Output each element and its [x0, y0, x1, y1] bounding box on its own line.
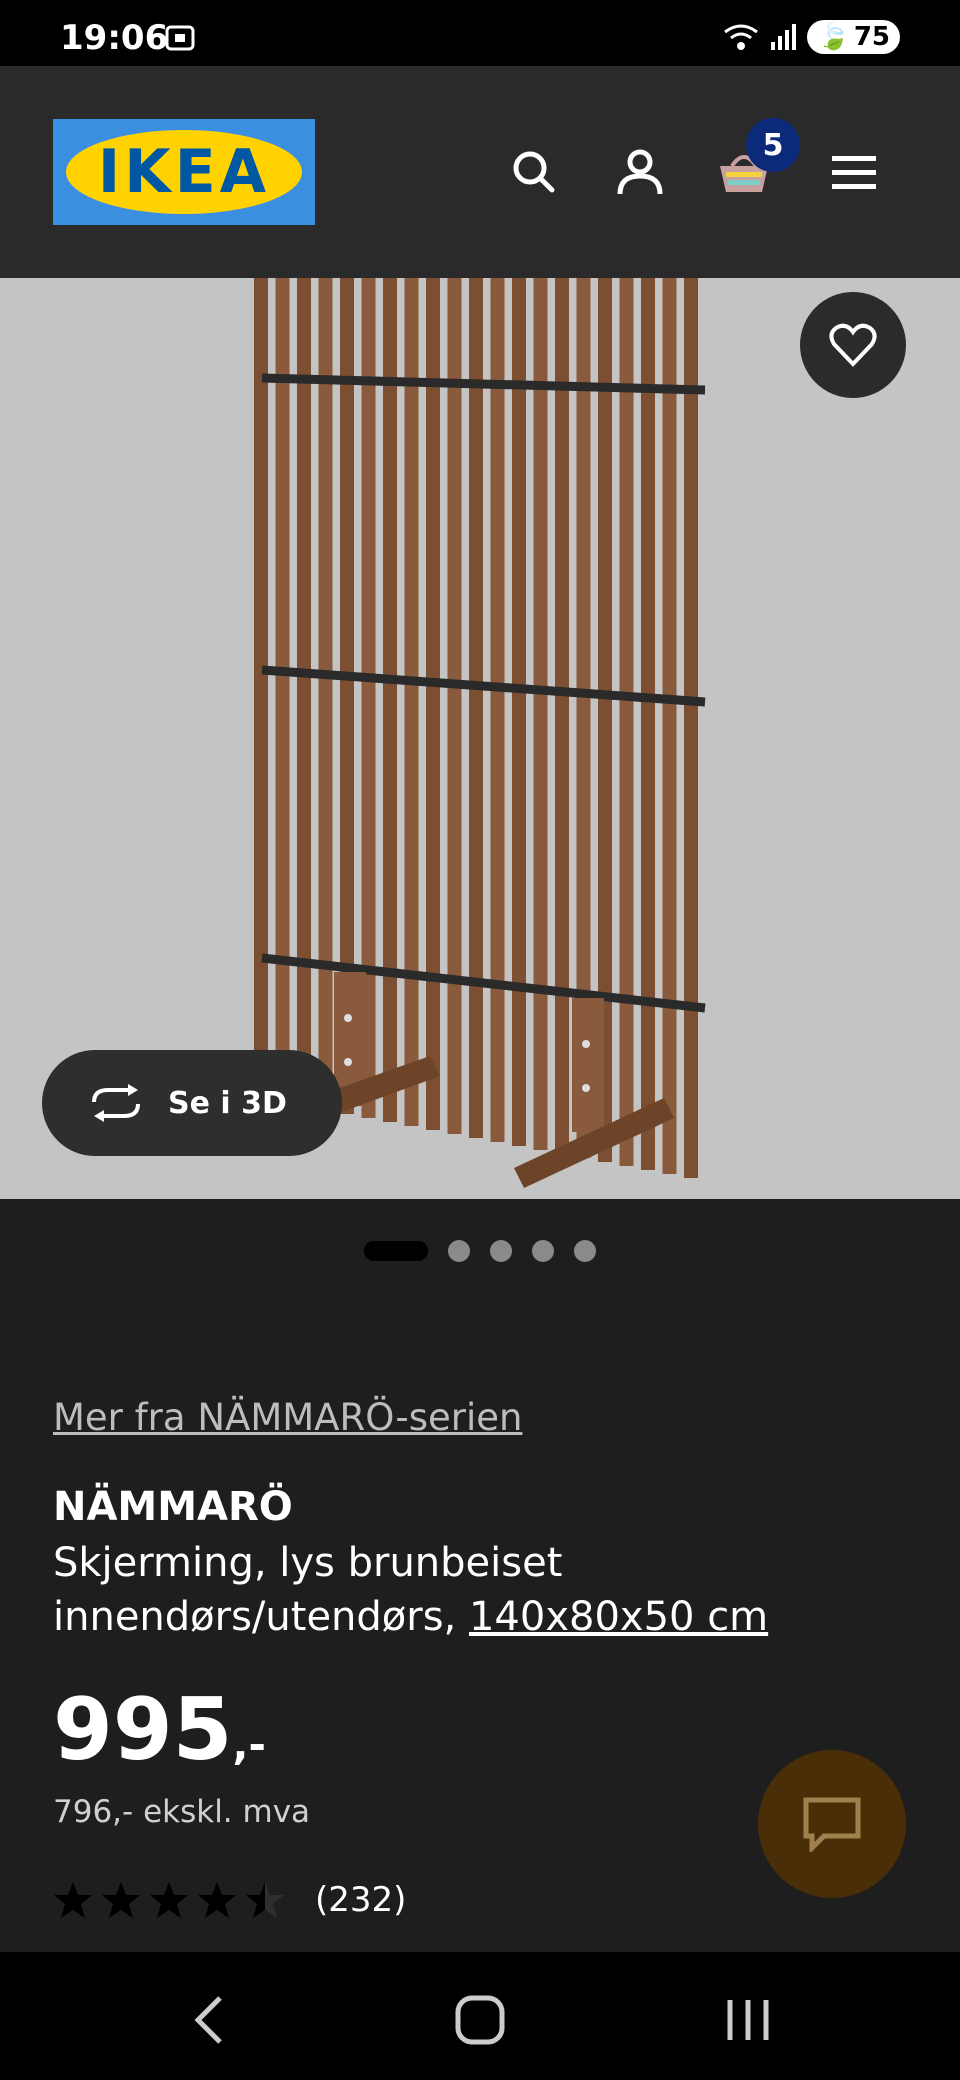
- search-icon[interactable]: [504, 142, 564, 202]
- ikea-logo[interactable]: IKEA: [53, 119, 315, 225]
- wood-slat: [469, 278, 483, 1138]
- chat-icon: [803, 1797, 861, 1852]
- star-icon: [246, 1882, 284, 1918]
- wood-slat: [533, 278, 548, 1150]
- carousel-dot[interactable]: [364, 1241, 428, 1261]
- series-link[interactable]: Mer fra NÄMMARÖ-serien: [53, 1396, 522, 1439]
- carousel-dot[interactable]: [490, 1240, 512, 1262]
- wood-slat: [318, 278, 333, 1110]
- wood-slat: [684, 278, 698, 1178]
- recents-icon[interactable]: [718, 1992, 778, 2048]
- battery-level: 75: [853, 22, 890, 52]
- slats: [254, 278, 698, 1178]
- screenshot-icon: [165, 25, 195, 51]
- carousel-dot[interactable]: [574, 1240, 596, 1262]
- wood-slat: [447, 278, 462, 1134]
- status-bar: 19:06 🍃 75: [0, 0, 960, 66]
- battery-indicator: 🍃 75: [807, 20, 900, 54]
- star-icon: [54, 1882, 92, 1918]
- description-line1: Skjerming, lys brunbeiset: [53, 1540, 563, 1586]
- signal-icon: [771, 24, 797, 50]
- wood-slat: [254, 278, 268, 1098]
- logo-text: IKEA: [97, 137, 271, 207]
- back-icon[interactable]: [180, 1992, 240, 2048]
- price-suffix: ,-: [232, 1720, 266, 1769]
- description-line2: innendørs/utendørs,: [53, 1594, 457, 1640]
- rating[interactable]: (232): [53, 1880, 406, 1920]
- rating-stars: [53, 1880, 285, 1920]
- wood-slat: [404, 278, 419, 1126]
- app-header: IKEA 5: [0, 66, 960, 278]
- user-icon[interactable]: [610, 142, 670, 202]
- menu-icon[interactable]: [824, 142, 884, 202]
- system-nav-bar: [0, 1952, 960, 2080]
- wood-slat: [555, 278, 569, 1154]
- rotate-3d-icon: [92, 1084, 140, 1122]
- wood-slat: [426, 278, 440, 1130]
- see-in-3d-button[interactable]: Se i 3D: [42, 1050, 342, 1156]
- product-image-carousel[interactable]: Se i 3D: [0, 278, 960, 1199]
- star-icon: [198, 1882, 236, 1918]
- wood-slat: [383, 278, 397, 1122]
- battery-leaf-icon: 🍃: [817, 22, 850, 52]
- cart-count-badge: 5: [746, 118, 800, 172]
- carousel-dot[interactable]: [448, 1240, 470, 1262]
- price: 995,-: [53, 1680, 266, 1780]
- size-link[interactable]: 140x80x50 cm: [469, 1594, 768, 1640]
- wifi-icon: [724, 24, 759, 50]
- logo-oval: IKEA: [66, 130, 302, 214]
- chat-button[interactable]: [758, 1750, 906, 1898]
- status-icons: 🍃 75: [723, 20, 900, 54]
- wood-slat: [297, 278, 311, 1106]
- wood-slat: [275, 278, 290, 1102]
- price-value: 995: [53, 1680, 233, 1780]
- carousel-indicator: [0, 1240, 960, 1262]
- wood-slat: [512, 278, 526, 1146]
- favorite-button[interactable]: [800, 292, 906, 398]
- star-icon: [150, 1882, 188, 1918]
- star-icon: [102, 1882, 140, 1918]
- product-name: NÄMMARÖ: [53, 1484, 293, 1530]
- home-icon[interactable]: [450, 1992, 510, 2048]
- see-in-3d-label: Se i 3D: [168, 1085, 287, 1121]
- status-time: 19:06: [60, 18, 169, 58]
- carousel-dot[interactable]: [532, 1240, 554, 1262]
- wood-slat: [619, 278, 634, 1166]
- price-excl-vat: 796,- ekskl. mva: [53, 1794, 311, 1830]
- wood-slat: [662, 278, 677, 1174]
- wood-slat: [490, 278, 505, 1142]
- heart-icon: [829, 323, 877, 367]
- wood-slat: [641, 278, 655, 1170]
- review-count[interactable]: (232): [315, 1880, 406, 1920]
- product-description: Skjerming, lys brunbeiset innendørs/uten…: [53, 1536, 913, 1644]
